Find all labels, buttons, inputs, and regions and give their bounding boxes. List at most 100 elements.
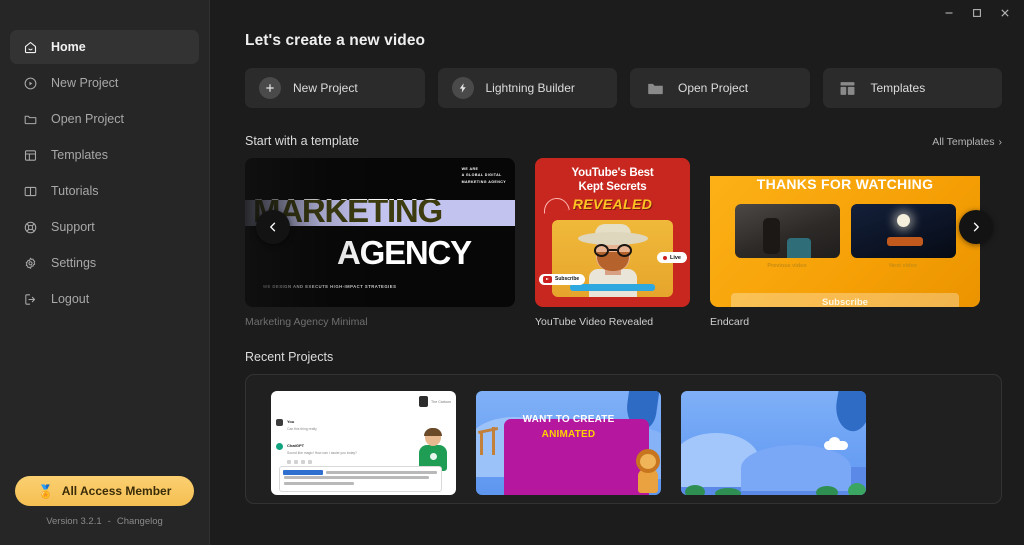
folder-icon: [22, 111, 38, 127]
action-label: Lightning Builder: [485, 81, 575, 95]
sidebar-nav: Home New Project Open Project Templates …: [0, 30, 209, 316]
chat-header: The Cartoon: [419, 396, 451, 407]
template-card-youtube-revealed[interactable]: YouTube's Best Kept Secrets REVEALED Sub…: [535, 158, 690, 328]
assistant-avatar-icon: [276, 443, 283, 450]
video-thumbnail: [734, 204, 840, 258]
sidebar-item-logout[interactable]: Logout: [10, 282, 199, 316]
hill-shape: [741, 445, 851, 491]
message-sender: ChatGPT: [287, 443, 305, 448]
sidebar-item-home[interactable]: Home: [10, 30, 199, 64]
version-number: Version 3.2.1: [46, 516, 102, 527]
subscribe-badge: Subscribe: [539, 273, 586, 285]
template-card-endcard[interactable]: THANKS FOR WATCHING Previous video Next …: [710, 158, 980, 328]
chat-message-user: You Can this thing really: [276, 419, 397, 432]
templates-carousel: WE ARE A GLOBAL DIGITAL MARKETING AGENCY…: [245, 158, 1002, 328]
carousel-prev-button[interactable]: [256, 210, 290, 244]
carousel-next-button[interactable]: [959, 210, 993, 244]
version-separator: -: [107, 516, 111, 527]
templates-section-header: Start with a template All Templates ›: [245, 134, 1002, 148]
template-caption: YouTube Video Revealed: [535, 316, 654, 328]
endcard-video-item: Next video: [850, 204, 956, 269]
template-thumbnail: THANKS FOR WATCHING Previous video Next …: [710, 158, 980, 307]
promo-line-1: WANT TO CREATE: [522, 414, 615, 425]
chat-input-box: [279, 466, 442, 492]
plus-circle-icon: [259, 77, 281, 99]
sidebar-item-label: Tutorials: [51, 183, 99, 198]
lightning-builder-button[interactable]: Lightning Builder: [437, 68, 617, 108]
user-avatar-icon: [276, 419, 283, 426]
endcard-video-item: Previous video: [734, 204, 840, 269]
video-label: Previous video: [767, 263, 807, 269]
bush-shape: [685, 485, 705, 495]
recent-project-card-animated[interactable]: WANT TO CREATE ANIMATED: [476, 391, 661, 495]
message-text: Sound like magic! How can I assist you t…: [287, 451, 357, 455]
recent-projects-panel: The Cartoon You Can this thing really Ch…: [245, 374, 1002, 504]
logout-icon: [22, 291, 38, 307]
endcard-title: THANKS FOR WATCHING: [756, 176, 934, 192]
templates-button[interactable]: Templates: [822, 68, 1002, 108]
sidebar-item-label: Templates: [51, 147, 108, 162]
youtube-photo: [552, 220, 673, 297]
chevron-right-icon: ›: [998, 136, 1003, 148]
bush-shape: [848, 483, 866, 495]
progress-bar: [570, 284, 655, 291]
all-templates-link[interactable]: All Templates ›: [932, 136, 1002, 148]
sidebar-item-templates[interactable]: Templates: [10, 138, 199, 172]
play-circle-icon: [22, 75, 38, 91]
recent-project-card-chat[interactable]: The Cartoon You Can this thing really Ch…: [271, 391, 456, 495]
endcard-subscribe-button: Subscribe: [731, 293, 959, 307]
sidebar-item-label: New Project: [51, 75, 119, 90]
text-selection-highlight: [283, 470, 323, 475]
subscribe-label: Subscribe: [555, 276, 580, 283]
endcard-art: THANKS FOR WATCHING Previous video Next …: [710, 176, 980, 307]
youtube-play-icon: [543, 276, 552, 283]
changelog-link[interactable]: Changelog: [117, 516, 163, 527]
sidebar: Home New Project Open Project Templates …: [0, 0, 210, 545]
template-caption: Marketing Agency Minimal: [245, 316, 368, 328]
home-icon: [22, 39, 38, 55]
gear-icon: [22, 255, 38, 271]
tree-shape: [832, 391, 866, 434]
message-sender: You: [287, 419, 295, 424]
template-caption: Endcard: [710, 316, 750, 328]
member-badge-label: All Access Member: [61, 484, 172, 498]
maximize-button[interactable]: [964, 2, 990, 24]
medal-icon: 🏅: [37, 483, 54, 499]
sidebar-item-support[interactable]: Support: [10, 210, 199, 244]
all-access-member-button[interactable]: 🏅 All Access Member: [15, 476, 194, 506]
youtube-title-line-2: Kept Secrets: [578, 180, 647, 193]
youtube-revealed-art: YouTube's Best Kept Secrets REVEALED Sub…: [535, 158, 690, 307]
sidebar-footer: 🏅 All Access Member Version 3.2.1 - Chan…: [0, 476, 209, 545]
live-badge: Live: [656, 252, 687, 263]
sidebar-item-new-project[interactable]: New Project: [10, 66, 199, 100]
templates-section-title: Start with a template: [245, 134, 359, 148]
sidebar-item-open-project[interactable]: Open Project: [10, 102, 199, 136]
youtube-title-line-1: YouTube's Best: [571, 167, 654, 179]
sidebar-item-settings[interactable]: Settings: [10, 246, 199, 280]
close-button[interactable]: [992, 2, 1018, 24]
action-label: Templates: [870, 81, 926, 95]
recent-project-card-landscape[interactable]: [681, 391, 866, 495]
character-avatar: [418, 428, 448, 471]
new-project-button[interactable]: New Project: [245, 68, 425, 108]
template-card-marketing-agency[interactable]: WE ARE A GLOBAL DIGITAL MARKETING AGENCY…: [245, 158, 515, 328]
minimize-button[interactable]: [936, 2, 962, 24]
message-actions: [287, 459, 397, 464]
action-label: Open Project: [678, 81, 749, 95]
video-thumbnail: [850, 204, 956, 258]
recent-projects-section: Recent Projects The Cartoon You Can this…: [245, 350, 1002, 504]
bush-shape: [715, 488, 741, 495]
layout-icon: [837, 77, 859, 99]
sidebar-item-tutorials[interactable]: Tutorials: [10, 174, 199, 208]
lightning-circle-icon: [451, 77, 474, 99]
message-text: Can this thing really: [287, 427, 317, 431]
live-dot-icon: [662, 255, 667, 260]
all-templates-label: All Templates: [932, 136, 995, 148]
recent-projects-title: Recent Projects: [245, 350, 334, 364]
sidebar-item-label: Open Project: [51, 111, 124, 126]
content-area: Let's create a new video New Project Lig…: [210, 26, 1024, 504]
window-titlebar: [210, 0, 1024, 26]
version-info: Version 3.2.1 - Changelog: [15, 516, 194, 527]
endcard-video-list: Previous video Next video: [710, 204, 980, 269]
open-project-button[interactable]: Open Project: [630, 68, 810, 108]
